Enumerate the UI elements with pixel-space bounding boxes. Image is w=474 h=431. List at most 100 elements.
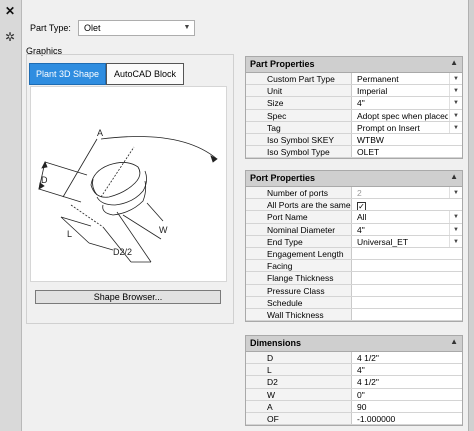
prop-key: Size — [246, 97, 352, 109]
prop-value[interactable]: Adopt spec when placed — [353, 110, 448, 121]
dim-value[interactable]: 4" — [353, 364, 448, 375]
prop-value[interactable] — [353, 297, 448, 308]
dimensions-title: Dimensions — [250, 338, 302, 348]
port-properties-header[interactable]: Port Properties ▲ — [246, 171, 462, 187]
part-type-value: Olet — [84, 23, 101, 33]
prop-row-end-type[interactable]: End Type Universal_ET ▼ — [246, 235, 462, 248]
dim-d-label: D — [41, 175, 48, 185]
chevron-down-icon[interactable]: ▼ — [449, 109, 462, 121]
dim-key: W — [246, 388, 352, 400]
dimensions-header[interactable]: Dimensions ▲ — [246, 336, 462, 352]
dim-value[interactable]: 4 1/2" — [353, 376, 448, 387]
chevron-down-icon[interactable]: ▼ — [449, 73, 462, 85]
prop-row-custom-part-type[interactable]: Custom Part Type Permanent ▼ — [246, 73, 462, 86]
prop-value[interactable]: Prompt on Insert — [353, 122, 448, 133]
prop-row-nominal-diameter[interactable]: Nominal Diameter 4" ▼ — [246, 223, 462, 236]
prop-value[interactable]: 4" — [353, 224, 448, 235]
left-toolbar: ✕ ✲ — [0, 0, 22, 431]
prop-row-all-ports-same[interactable]: All Ports are the same ✓ — [246, 199, 462, 212]
prop-value[interactable]: OLET — [353, 146, 448, 157]
prop-row-flange-thickness[interactable]: Flange Thickness — [246, 272, 462, 285]
dim-value[interactable]: 4 1/2" — [353, 352, 448, 363]
prop-key: Schedule — [246, 296, 352, 308]
dim-key: A — [246, 400, 352, 412]
checkbox[interactable]: ✓ — [357, 202, 366, 211]
prop-row-iso-symbol-type[interactable]: Iso Symbol Type OLET — [246, 146, 462, 159]
prop-key: Custom Part Type — [246, 73, 352, 85]
settings-icon[interactable]: ✲ — [3, 30, 17, 44]
prop-value-cell: ✓ — [353, 199, 448, 211]
prop-row-tag[interactable]: Tag Prompt on Insert ▼ — [246, 121, 462, 134]
prop-key: Flange Thickness — [246, 272, 352, 284]
prop-row-number-of-ports[interactable]: Number of ports 2 ▼ — [246, 187, 462, 200]
dim-row-d2[interactable]: D2 4 1/2" — [246, 376, 462, 389]
chevron-down-icon[interactable]: ▼ — [449, 97, 462, 109]
prop-row-iso-symbol-skey[interactable]: Iso Symbol SKEY WTBW — [246, 133, 462, 147]
prop-value: 2 — [357, 188, 362, 198]
dim-value[interactable]: 0" — [353, 389, 448, 400]
part-type-select[interactable]: Olet ▼ — [78, 20, 195, 36]
prop-value[interactable] — [353, 272, 448, 283]
port-properties-panel: Port Properties ▲ Number of ports 2 ▼ Al… — [245, 170, 463, 323]
prop-value[interactable]: 4" — [353, 97, 448, 108]
prop-key: All Ports are the same — [246, 199, 352, 211]
prop-row-size[interactable]: Size 4" ▼ — [246, 97, 462, 110]
part-properties-header[interactable]: Part Properties ▲ — [246, 57, 462, 73]
prop-key: Unit — [246, 85, 352, 97]
prop-value[interactable] — [353, 285, 448, 296]
prop-row-spec[interactable]: Spec Adopt spec when placed ▼ — [246, 109, 462, 122]
port-properties-title: Port Properties — [250, 173, 316, 183]
prop-key: End Type — [246, 235, 352, 247]
prop-row-engagement-length[interactable]: Engagement Length — [246, 247, 462, 261]
dim-value[interactable]: 90 — [353, 401, 448, 412]
dim-value[interactable]: -1.000000 — [353, 413, 448, 424]
prop-key: Iso Symbol SKEY — [246, 133, 352, 146]
part-type-label: Part Type: — [30, 23, 71, 33]
prop-key: Wall Thickness — [246, 308, 352, 321]
dimensions-panel: Dimensions ▲ D 4 1/2" L 4" D2 4 1/2" W 0… — [245, 335, 463, 427]
dim-w-label: W — [159, 225, 168, 235]
tab-autocad-block[interactable]: AutoCAD Block — [106, 63, 184, 85]
prop-key: Number of ports — [246, 187, 352, 199]
chevron-down-icon[interactable]: ▼ — [449, 121, 462, 133]
prop-key: Spec — [246, 109, 352, 121]
dim-key: OF — [246, 412, 352, 425]
prop-row-port-name[interactable]: Port Name All ▼ — [246, 211, 462, 224]
tab-plant-3d-shape[interactable]: Plant 3D Shape — [29, 63, 106, 85]
right-scrollbar[interactable] — [468, 0, 474, 431]
dim-row-of[interactable]: OF -1.000000 — [246, 412, 462, 426]
chevron-down-icon: ▼ — [183, 24, 191, 31]
prop-key: Port Name — [246, 211, 352, 223]
dim-row-l[interactable]: L 4" — [246, 364, 462, 377]
prop-row-wall-thickness[interactable]: Wall Thickness — [246, 308, 462, 322]
prop-value[interactable]: WTBW — [353, 134, 448, 145]
dim-row-a[interactable]: A 90 — [246, 400, 462, 413]
prop-row-pressure-class[interactable]: Pressure Class — [246, 284, 462, 297]
prop-value[interactable]: Permanent — [353, 73, 448, 84]
chevron-up-icon[interactable]: ▲ — [450, 337, 458, 346]
prop-value[interactable]: Imperial — [353, 85, 448, 96]
olet-drawing: A D L W D2/2 — [38, 128, 218, 263]
pin-icon[interactable]: ✕ — [3, 4, 17, 18]
chevron-down-icon[interactable]: ▼ — [449, 223, 462, 235]
prop-value[interactable] — [353, 248, 448, 259]
chevron-down-icon[interactable]: ▼ — [449, 235, 462, 247]
prop-value[interactable]: Universal_ET — [353, 236, 448, 247]
shape-browser-button[interactable]: Shape Browser... — [35, 290, 221, 304]
chevron-down-icon[interactable]: ▼ — [449, 85, 462, 97]
dim-key: L — [246, 364, 352, 376]
prop-row-schedule[interactable]: Schedule — [246, 296, 462, 309]
prop-key: Facing — [246, 260, 352, 272]
prop-key: Tag — [246, 121, 352, 133]
chevron-up-icon[interactable]: ▲ — [450, 172, 458, 181]
dim-row-w[interactable]: W 0" — [246, 388, 462, 401]
prop-row-facing[interactable]: Facing — [246, 260, 462, 273]
chevron-down-icon[interactable]: ▼ — [449, 211, 462, 223]
chevron-up-icon[interactable]: ▲ — [450, 58, 458, 67]
prop-value[interactable] — [353, 309, 448, 320]
prop-key: Iso Symbol Type — [246, 146, 352, 158]
prop-row-unit[interactable]: Unit Imperial ▼ — [246, 85, 462, 98]
prop-value[interactable]: All — [353, 211, 448, 222]
dim-row-d[interactable]: D 4 1/2" — [246, 352, 462, 365]
prop-value[interactable] — [353, 260, 448, 271]
